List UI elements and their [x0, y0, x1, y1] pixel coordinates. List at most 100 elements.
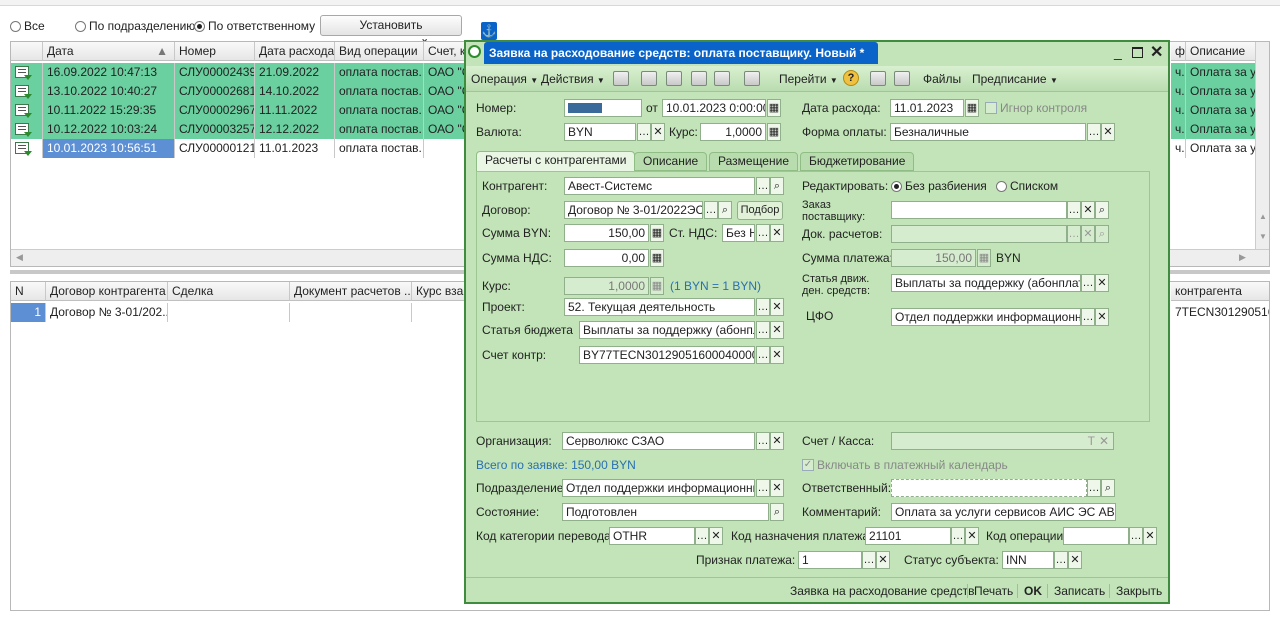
clear-order-button[interactable]: ✕ — [1081, 201, 1095, 219]
choose-budget-button[interactable]: … — [756, 321, 770, 339]
column-header-n[interactable]: N — [11, 282, 46, 301]
select-button[interactable]: Подбор — [737, 201, 783, 220]
sum-field[interactable]: 150,00 — [564, 224, 649, 242]
search-icon[interactable]: ⌕ — [1101, 479, 1115, 497]
column-header-partial[interactable]: ф — [1171, 42, 1186, 61]
calculator-icon[interactable]: ▦ — [650, 224, 664, 242]
search-icon[interactable]: ⌕ — [770, 177, 784, 195]
status-field[interactable]: INN — [1002, 551, 1054, 569]
purpose-field[interactable]: 21101 — [865, 527, 951, 545]
tab-budgeting[interactable]: Бюджетирование — [800, 152, 915, 171]
help-icon[interactable]: ? — [843, 70, 859, 86]
preview-menu[interactable]: Предписание ▼ — [972, 70, 1058, 88]
clear-transfer-button[interactable]: ✕ — [709, 527, 723, 545]
payform-field[interactable]: Безналичные — [890, 123, 1086, 141]
actions-menu[interactable]: Действия ▼ — [541, 70, 605, 88]
dept-field[interactable]: Отдел поддержки информационных с — [562, 479, 755, 497]
anchor-icon[interactable]: ⚓ — [481, 22, 497, 40]
scroll-up-icon[interactable]: ▲ — [1259, 212, 1267, 221]
clear-budget-button[interactable]: ✕ — [770, 321, 784, 339]
column-header-contract[interactable]: Договор контрагента — [46, 282, 168, 301]
column-header-contractor-account[interactable]: контрагента — [1171, 282, 1269, 301]
clear-sign-button[interactable]: ✕ — [876, 551, 890, 569]
clear-currency-button[interactable]: ✕ — [651, 123, 665, 141]
vat-rate-field[interactable]: Без Н — [722, 224, 755, 242]
copy-icon[interactable] — [691, 71, 707, 86]
ok-button[interactable]: OK — [1024, 584, 1042, 598]
operation-menu[interactable]: Операция ▼ — [471, 70, 538, 88]
choose-vat-button[interactable]: … — [756, 224, 770, 242]
tab-settlements[interactable]: Расчеты с контрагентами — [476, 151, 636, 172]
opcode-field[interactable] — [1063, 527, 1129, 545]
clear-org-button[interactable]: ✕ — [770, 432, 784, 450]
minimize-icon[interactable]: _ — [1114, 44, 1122, 60]
clear-acc-button[interactable]: ✕ — [770, 346, 784, 364]
search-icon[interactable]: ⌕ — [718, 201, 732, 219]
doc-date-field[interactable]: 10.01.2023 0:00:00 — [662, 99, 766, 117]
calculator-icon[interactable]: ▦ — [767, 123, 781, 141]
clear-vat-button[interactable]: ✕ — [770, 224, 784, 242]
save-button[interactable]: Записать — [1054, 584, 1105, 598]
contractor-field[interactable]: Авест-Системс — [564, 177, 755, 195]
choose-project-button[interactable]: … — [756, 298, 770, 316]
calendar-icon[interactable]: ▦ — [767, 99, 781, 117]
budget-field[interactable]: Выплаты за поддержку (абонпла — [579, 321, 755, 339]
choose-order-button[interactable]: … — [1067, 201, 1081, 219]
close-icon[interactable]: ✕ — [1150, 42, 1163, 62]
tab-description[interactable]: Описание — [634, 152, 708, 171]
maximize-icon[interactable] — [1132, 47, 1143, 58]
doc-report-button[interactable]: Заявка на расходование средств — [790, 584, 974, 598]
choose-transfer-button[interactable]: … — [695, 527, 709, 545]
column-header-operation[interactable]: Вид операции — [335, 42, 424, 61]
choose-responsible-button[interactable]: … — [1087, 479, 1101, 497]
clear-dept-button[interactable]: ✕ — [770, 479, 784, 497]
goto-menu[interactable]: Перейти ▼ — [779, 70, 838, 88]
clear-opcode-button[interactable]: ✕ — [1143, 527, 1157, 545]
vertical-scrollbar[interactable]: ▲ ▼ — [1255, 42, 1269, 249]
clear-status-button[interactable]: ✕ — [1068, 551, 1082, 569]
number-field[interactable] — [564, 99, 642, 117]
calculator-icon[interactable]: ▦ — [650, 249, 664, 267]
scroll-down-icon[interactable]: ▼ — [1259, 232, 1267, 241]
choose-dept-button[interactable]: … — [756, 479, 770, 497]
structure-icon[interactable] — [870, 71, 886, 86]
column-header-date[interactable]: Дата ▲ — [43, 42, 175, 61]
vat-sum-field[interactable]: 0,00 — [564, 249, 649, 267]
sign-field[interactable]: 1 — [798, 551, 862, 569]
post-document-icon[interactable] — [613, 71, 629, 86]
cf-item-field[interactable]: Выплаты за поддержку (абонплата) — [891, 274, 1081, 292]
choose-org-button[interactable]: … — [756, 432, 770, 450]
search-icon[interactable]: ⌕ — [770, 503, 784, 521]
set-comment-button[interactable]: Установить комментарий — [320, 15, 462, 51]
clear-cfo-button[interactable]: ✕ — [1095, 308, 1109, 326]
column-header-deal[interactable]: Сделка — [168, 282, 290, 301]
scroll-left-icon[interactable]: ◀ — [16, 252, 23, 263]
calendar-icon[interactable]: ▦ — [965, 99, 979, 117]
clear-project-button[interactable]: ✕ — [770, 298, 784, 316]
filter-all-radio[interactable]: Все — [10, 19, 45, 33]
search-icon[interactable]: ⌕ — [1095, 201, 1109, 219]
choose-sign-button[interactable]: … — [862, 551, 876, 569]
close-button[interactable]: Закрыть — [1116, 584, 1162, 598]
column-header-exp-date[interactable]: Дата расхода — [255, 42, 335, 61]
clear-purpose-button[interactable]: ✕ — [965, 527, 979, 545]
filter-by-unit-radio[interactable]: По подразделению — [75, 19, 195, 33]
currency-field[interactable]: BYN — [564, 123, 636, 141]
scroll-right-icon[interactable]: ▶ — [1239, 252, 1246, 263]
choose-currency-button[interactable]: … — [637, 123, 651, 141]
order-field[interactable] — [891, 201, 1067, 219]
choose-acc-button[interactable]: … — [756, 346, 770, 364]
rate-field[interactable]: 1,0000 — [700, 123, 766, 141]
clear-cf-button[interactable]: ✕ — [1095, 274, 1109, 292]
choose-opcode-button[interactable]: … — [1129, 527, 1143, 545]
tab-placement[interactable]: Размещение — [709, 152, 798, 171]
choose-status-button[interactable]: … — [1054, 551, 1068, 569]
choose-cf-button[interactable]: … — [1081, 274, 1095, 292]
cfo-field[interactable]: Отдел поддержки информационных — [891, 308, 1081, 326]
as-list-radio[interactable]: Списком — [996, 179, 1058, 193]
column-header-settle-doc[interactable]: Документ расчетов ... — [290, 282, 412, 301]
filter-by-responsible-radio[interactable]: По ответственному — [194, 19, 315, 33]
project-field[interactable]: 52. Текущая деятельность — [564, 298, 755, 316]
responsible-field[interactable] — [891, 479, 1087, 497]
refresh-icon[interactable] — [666, 71, 682, 86]
